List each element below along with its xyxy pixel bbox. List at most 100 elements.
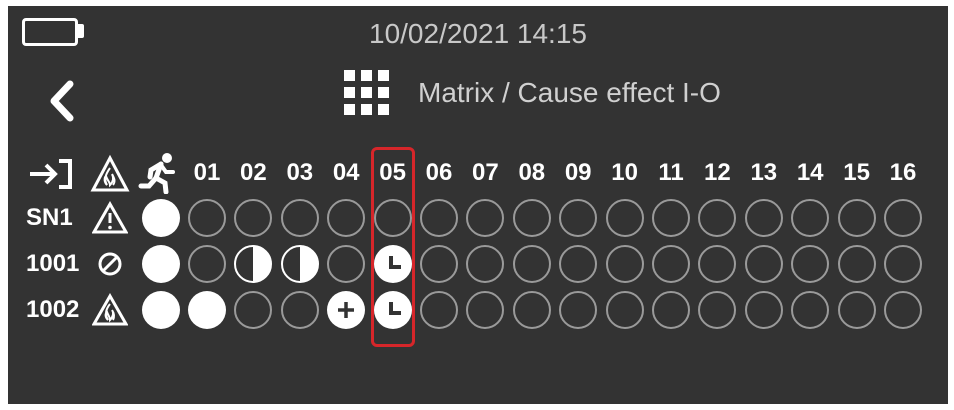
matrix-cell[interactable] xyxy=(277,243,323,285)
matrix-cell[interactable] xyxy=(694,289,740,331)
matrix-cell[interactable] xyxy=(184,243,230,285)
plus-icon xyxy=(327,291,366,329)
matrix-cell[interactable] xyxy=(880,243,926,285)
disabled-circle-icon xyxy=(90,243,130,285)
column-header[interactable]: 08 xyxy=(509,152,555,194)
matrix-cell[interactable] xyxy=(694,197,740,239)
row-label[interactable]: SN1 xyxy=(26,197,73,239)
matrix-cell[interactable] xyxy=(694,243,740,285)
empty-state-dot xyxy=(466,245,505,283)
column-header[interactable]: 12 xyxy=(694,152,740,194)
empty-state-dot xyxy=(280,199,319,237)
status-dot xyxy=(142,245,180,283)
matrix-cell[interactable] xyxy=(416,289,462,331)
column-header[interactable]: 14 xyxy=(787,152,833,194)
matrix-cell[interactable] xyxy=(834,197,880,239)
column-header[interactable]: 01 xyxy=(184,152,230,194)
empty-state-dot xyxy=(698,245,737,283)
matrix-cell[interactable] xyxy=(602,243,648,285)
empty-state-dot xyxy=(744,199,783,237)
column-header[interactable]: 03 xyxy=(277,152,323,194)
fire-triangle-icon xyxy=(90,289,130,331)
matrix-cell[interactable] xyxy=(602,197,648,239)
column-header[interactable]: 07 xyxy=(462,152,508,194)
matrix-cell[interactable] xyxy=(509,243,555,285)
matrix-cell[interactable] xyxy=(648,197,694,239)
column-header[interactable]: 06 xyxy=(416,152,462,194)
matrix-cell[interactable] xyxy=(509,197,555,239)
empty-state-dot xyxy=(559,245,598,283)
matrix-cell[interactable] xyxy=(555,289,601,331)
matrix-cell[interactable] xyxy=(184,197,230,239)
matrix-cell[interactable] xyxy=(416,243,462,285)
row-label[interactable]: 1002 xyxy=(26,289,79,331)
empty-state-dot xyxy=(188,245,226,283)
matrix-cell[interactable] xyxy=(787,289,833,331)
column-header[interactable]: 11 xyxy=(648,152,694,194)
matrix-cell[interactable] xyxy=(787,197,833,239)
device-screen: 10/02/2021 14:15 Matrix / Cause effect I… xyxy=(8,6,948,404)
empty-state-dot xyxy=(652,199,690,237)
matrix-cell[interactable] xyxy=(834,289,880,331)
fire-triangle-header-icon xyxy=(90,154,130,194)
back-button[interactable] xyxy=(42,76,82,126)
empty-state-dot xyxy=(234,291,273,329)
matrix-cell[interactable] xyxy=(462,197,508,239)
matrix-cell[interactable] xyxy=(230,197,276,239)
matrix-cell[interactable] xyxy=(787,243,833,285)
empty-state-dot xyxy=(605,291,644,329)
datetime: 10/02/2021 14:15 xyxy=(369,18,587,49)
matrix-cell[interactable] xyxy=(323,197,369,239)
matrix-cell[interactable] xyxy=(741,243,787,285)
page-title: Matrix / Cause effect I-O xyxy=(418,77,721,108)
matrix-cell[interactable] xyxy=(184,289,230,331)
matrix-cell[interactable] xyxy=(462,243,508,285)
row-status-indicator xyxy=(138,243,184,285)
column-header[interactable]: 16 xyxy=(880,152,926,194)
column-header[interactable]: 09 xyxy=(555,152,601,194)
matrix-cell[interactable] xyxy=(648,243,694,285)
input-output-icon xyxy=(28,156,74,192)
matrix-cell[interactable] xyxy=(880,289,926,331)
matrix-cell[interactable] xyxy=(555,197,601,239)
matrix-cell[interactable] xyxy=(555,243,601,285)
matrix-cell[interactable] xyxy=(230,243,276,285)
matrix-cell[interactable] xyxy=(277,197,323,239)
matrix-cell[interactable] xyxy=(230,289,276,331)
matrix-cell[interactable] xyxy=(834,243,880,285)
highlighted-column-frame xyxy=(370,147,415,347)
empty-state-dot xyxy=(698,291,737,329)
row-label[interactable]: 1001 xyxy=(26,243,79,285)
matrix-cell[interactable] xyxy=(277,289,323,331)
empty-state-dot xyxy=(744,245,783,283)
row-status-indicator xyxy=(138,197,184,239)
matrix-cell[interactable] xyxy=(880,197,926,239)
matrix-cell[interactable] xyxy=(602,289,648,331)
warning-triangle-icon xyxy=(90,197,130,239)
empty-state-dot xyxy=(327,245,366,283)
empty-state-dot xyxy=(744,291,783,329)
row-status-indicator xyxy=(138,289,184,331)
column-header[interactable]: 04 xyxy=(323,152,369,194)
empty-state-dot xyxy=(420,291,458,329)
empty-state-dot xyxy=(466,199,505,237)
column-header[interactable]: 10 xyxy=(602,152,648,194)
empty-state-dot xyxy=(466,291,505,329)
status-dot xyxy=(142,199,180,237)
matrix-cell[interactable] xyxy=(648,289,694,331)
matrix-cell[interactable] xyxy=(741,289,787,331)
matrix-cell[interactable] xyxy=(323,289,369,331)
column-header[interactable]: 13 xyxy=(741,152,787,194)
column-header[interactable]: 15 xyxy=(834,152,880,194)
matrix-cell[interactable] xyxy=(509,289,555,331)
matrix-cell[interactable] xyxy=(416,197,462,239)
status-dot xyxy=(142,291,180,329)
matrix-cell[interactable] xyxy=(323,243,369,285)
matrix-cell[interactable] xyxy=(741,197,787,239)
column-header[interactable]: 02 xyxy=(230,152,276,194)
empty-state-dot xyxy=(605,245,644,283)
empty-state-dot xyxy=(837,199,876,237)
empty-state-dot xyxy=(698,199,737,237)
matrix-cell[interactable] xyxy=(462,289,508,331)
empty-state-dot xyxy=(884,291,922,329)
